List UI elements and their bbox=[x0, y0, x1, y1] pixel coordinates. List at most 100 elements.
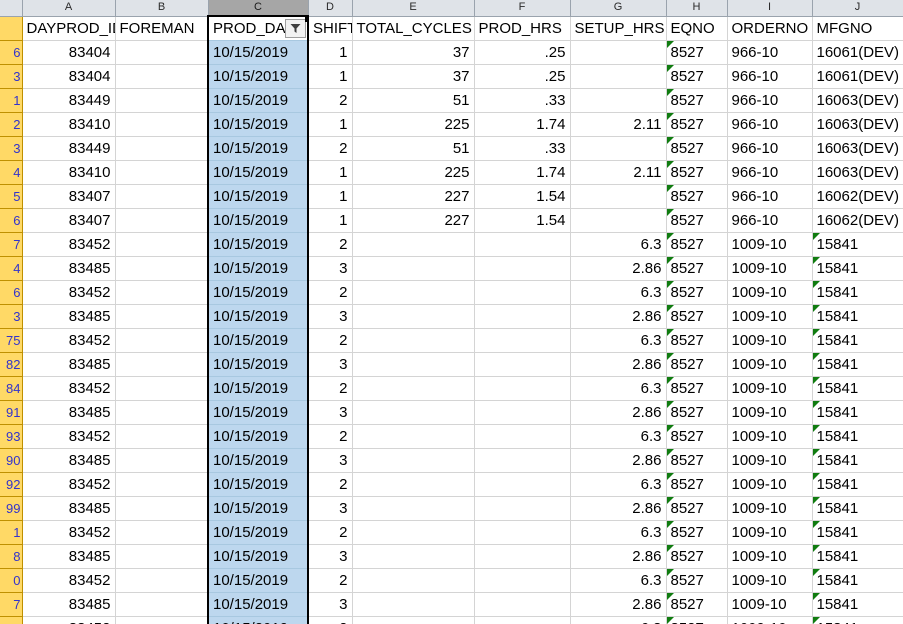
cell-orderno[interactable]: 1009-10 bbox=[727, 472, 813, 497]
cell-prod-date[interactable]: 10/15/2019 bbox=[207, 544, 309, 569]
cell-mfgno[interactable]: 15841 bbox=[812, 616, 903, 624]
cell-total-cycles[interactable] bbox=[352, 568, 475, 593]
cell-dayprod-id[interactable]: 83485 bbox=[22, 256, 116, 281]
row-header[interactable]: 1 bbox=[0, 88, 23, 113]
cell-prod-date[interactable]: 10/15/2019 bbox=[207, 352, 309, 377]
cell-setup-hrs[interactable]: 2.86 bbox=[570, 496, 667, 521]
cell-shift[interactable]: 2 bbox=[308, 472, 353, 497]
cell-shift[interactable]: 1 bbox=[308, 184, 353, 209]
cell-prod-date[interactable]: 10/15/2019 bbox=[207, 256, 309, 281]
cell-orderno[interactable]: 1009-10 bbox=[727, 376, 813, 401]
cell-foreman[interactable] bbox=[115, 280, 209, 305]
cell-eqno[interactable]: 8527 bbox=[666, 280, 728, 305]
cell-total-cycles[interactable] bbox=[352, 328, 475, 353]
cell-mfgno[interactable]: 16063(DEV) bbox=[812, 88, 903, 113]
cell-prod-date[interactable]: 10/15/2019 bbox=[207, 496, 309, 521]
row-header[interactable]: 6 bbox=[0, 40, 23, 65]
cell-setup-hrs[interactable]: 6.3 bbox=[570, 472, 667, 497]
cell-prod-hrs[interactable]: 1.74 bbox=[474, 112, 571, 137]
cell-prod-hrs[interactable] bbox=[474, 544, 571, 569]
cell-orderno[interactable]: 1009-10 bbox=[727, 352, 813, 377]
cell-eqno[interactable]: 8527 bbox=[666, 88, 728, 113]
field-header-prod-date[interactable]: PROD_DA bbox=[207, 15, 309, 41]
cell-foreman[interactable] bbox=[115, 304, 209, 329]
cell-shift[interactable]: 2 bbox=[308, 568, 353, 593]
cell-total-cycles[interactable] bbox=[352, 400, 475, 425]
cell-prod-hrs[interactable]: .33 bbox=[474, 136, 571, 161]
cell-eqno[interactable]: 8527 bbox=[666, 592, 728, 617]
cell-dayprod-id[interactable]: 83452 bbox=[22, 424, 116, 449]
cell-foreman[interactable] bbox=[115, 136, 209, 161]
row-header[interactable]: 0 bbox=[0, 568, 23, 593]
cell-total-cycles[interactable] bbox=[352, 544, 475, 569]
cell-eqno[interactable]: 8527 bbox=[666, 544, 728, 569]
cell-setup-hrs[interactable]: 2.11 bbox=[570, 160, 667, 185]
row-header[interactable]: 6 bbox=[0, 280, 23, 305]
cell-mfgno[interactable]: 16063(DEV) bbox=[812, 160, 903, 185]
row-header[interactable]: 7 bbox=[0, 592, 23, 617]
cell-prod-date[interactable]: 10/15/2019 bbox=[207, 160, 309, 185]
cell-total-cycles[interactable] bbox=[352, 448, 475, 473]
cell-dayprod-id[interactable]: 83485 bbox=[22, 496, 116, 521]
cell-mfgno[interactable]: 15841 bbox=[812, 496, 903, 521]
cell-prod-date[interactable]: 10/15/2019 bbox=[207, 184, 309, 209]
cell-shift[interactable]: 3 bbox=[308, 256, 353, 281]
cell-orderno[interactable]: 1009-10 bbox=[727, 544, 813, 569]
cell-mfgno[interactable]: 16062(DEV) bbox=[812, 208, 903, 233]
column-header-d[interactable]: D bbox=[308, 0, 353, 17]
cell-eqno[interactable]: 8527 bbox=[666, 352, 728, 377]
cell-orderno[interactable]: 966-10 bbox=[727, 136, 813, 161]
cell-prod-date[interactable]: 10/15/2019 bbox=[207, 40, 309, 65]
cell-prod-date[interactable]: 10/15/2019 bbox=[207, 280, 309, 305]
cell-shift[interactable]: 1 bbox=[308, 208, 353, 233]
row-header[interactable]: 84 bbox=[0, 376, 23, 401]
cell-shift[interactable]: 3 bbox=[308, 448, 353, 473]
cell-shift[interactable]: 3 bbox=[308, 496, 353, 521]
cell-eqno[interactable]: 8527 bbox=[666, 208, 728, 233]
cell-dayprod-id[interactable]: 83452 bbox=[22, 280, 116, 305]
cell-total-cycles[interactable] bbox=[352, 616, 475, 624]
cell-foreman[interactable] bbox=[115, 544, 209, 569]
cell-prod-date[interactable]: 10/15/2019 bbox=[207, 592, 309, 617]
cell-prod-date[interactable]: 10/15/2019 bbox=[207, 64, 309, 89]
spreadsheet-grid[interactable]: A B C D E F G H I J DAYPROD_ID FOREMAN P… bbox=[0, 0, 903, 624]
field-header-prod-hrs[interactable]: PROD_HRS bbox=[474, 16, 571, 41]
cell-mfgno[interactable]: 15841 bbox=[812, 376, 903, 401]
column-header-e[interactable]: E bbox=[352, 0, 475, 17]
row-header[interactable]: 5 bbox=[0, 184, 23, 209]
cell-total-cycles[interactable] bbox=[352, 304, 475, 329]
select-all-corner[interactable] bbox=[0, 0, 23, 17]
cell-eqno[interactable]: 8527 bbox=[666, 304, 728, 329]
cell-prod-hrs[interactable] bbox=[474, 424, 571, 449]
cell-total-cycles[interactable]: 51 bbox=[352, 136, 475, 161]
field-header-eqno[interactable]: EQNO bbox=[666, 16, 728, 41]
cell-setup-hrs[interactable]: 2.86 bbox=[570, 256, 667, 281]
cell-setup-hrs[interactable]: 6.3 bbox=[570, 568, 667, 593]
cell-mfgno[interactable]: 15841 bbox=[812, 472, 903, 497]
row-header[interactable]: 75 bbox=[0, 328, 23, 353]
cell-eqno[interactable]: 8527 bbox=[666, 400, 728, 425]
cell-setup-hrs[interactable] bbox=[570, 136, 667, 161]
cell-eqno[interactable]: 8527 bbox=[666, 256, 728, 281]
cell-setup-hrs[interactable]: 6.3 bbox=[570, 616, 667, 624]
row-header[interactable]: 3 bbox=[0, 64, 23, 89]
cell-setup-hrs[interactable] bbox=[570, 184, 667, 209]
cell-setup-hrs[interactable]: 2.86 bbox=[570, 592, 667, 617]
cell-eqno[interactable]: 8527 bbox=[666, 520, 728, 545]
cell-shift[interactable]: 2 bbox=[308, 424, 353, 449]
cell-foreman[interactable] bbox=[115, 160, 209, 185]
cell-prod-hrs[interactable] bbox=[474, 376, 571, 401]
cell-foreman[interactable] bbox=[115, 208, 209, 233]
cell-foreman[interactable] bbox=[115, 472, 209, 497]
cell-prod-hrs[interactable] bbox=[474, 232, 571, 257]
cell-dayprod-id[interactable]: 83452 bbox=[22, 232, 116, 257]
cell-setup-hrs[interactable]: 6.3 bbox=[570, 232, 667, 257]
cell-prod-hrs[interactable] bbox=[474, 472, 571, 497]
cell-dayprod-id[interactable]: 83407 bbox=[22, 208, 116, 233]
cell-orderno[interactable]: 966-10 bbox=[727, 208, 813, 233]
cell-orderno[interactable]: 1009-10 bbox=[727, 592, 813, 617]
cell-shift[interactable]: 1 bbox=[308, 112, 353, 137]
cell-prod-hrs[interactable]: .25 bbox=[474, 40, 571, 65]
cell-foreman[interactable] bbox=[115, 64, 209, 89]
cell-orderno[interactable]: 1009-10 bbox=[727, 304, 813, 329]
